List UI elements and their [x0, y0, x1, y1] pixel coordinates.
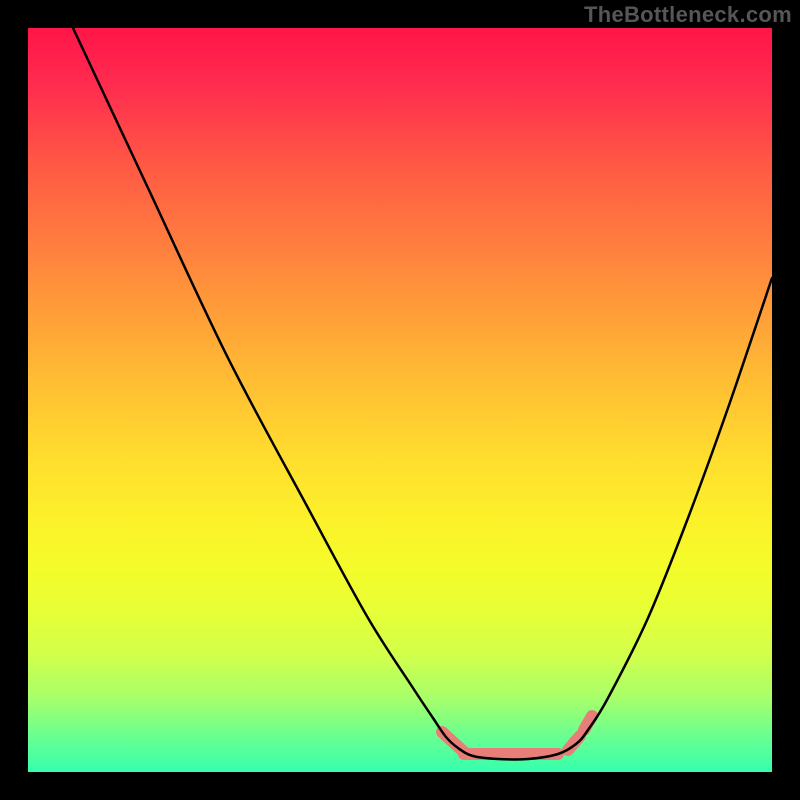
plot-frame [28, 28, 772, 772]
curve-layer [28, 28, 772, 772]
bottleneck-curve [73, 28, 772, 759]
attribution-text: TheBottleneck.com [584, 2, 792, 28]
chart-stage: TheBottleneck.com [0, 0, 800, 800]
